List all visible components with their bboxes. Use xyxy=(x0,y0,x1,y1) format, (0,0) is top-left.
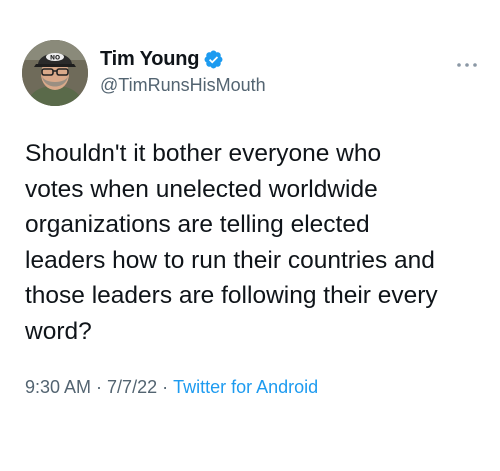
more-horizontal-icon[interactable] xyxy=(456,56,478,67)
user-handle[interactable]: @TimRunsHisMouth xyxy=(100,75,266,96)
name-row: Tim Young xyxy=(100,46,266,72)
user-info: Tim Young @TimRunsHisMouth xyxy=(100,46,266,96)
meta-separator: · xyxy=(96,377,103,397)
tweet-text: Shouldn't it bother everyone who votes w… xyxy=(25,140,438,345)
display-name[interactable]: Tim Young xyxy=(100,48,200,71)
tweet-source-link[interactable]: Twitter for Android xyxy=(173,377,318,398)
tweet-date[interactable]: 7/7/22 xyxy=(107,377,157,398)
meta-separator: · xyxy=(162,377,169,397)
tweet-card: NO Tim Young @TimRunsHisMouth Shouldn't … xyxy=(0,0,500,471)
svg-text:NO: NO xyxy=(50,55,60,62)
profile-photo-icon: NO xyxy=(22,40,88,106)
tweet-time[interactable]: 9:30 AM xyxy=(25,377,91,398)
tweet-meta: 9:30 AM · 7/7/22 · Twitter for Android xyxy=(25,377,318,398)
verified-badge-icon xyxy=(203,49,224,70)
avatar[interactable]: NO xyxy=(22,40,88,106)
